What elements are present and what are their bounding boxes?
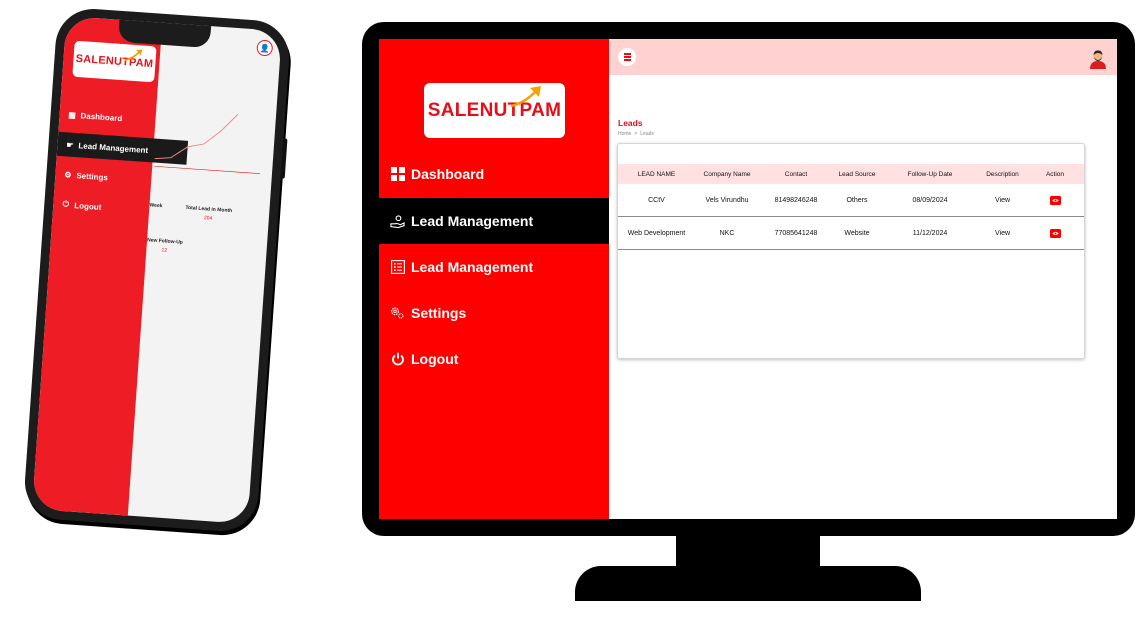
phone-stat-followup: New Follow-Up 12 (146, 237, 183, 254)
stat-value: 204 (203, 215, 213, 222)
brand-logo[interactable]: SALENUTPAM (424, 83, 565, 138)
grid-icon (390, 167, 405, 182)
follow-up-date-cell: 11/12/2024 (912, 229, 948, 237)
company-name-cell: NKC (719, 229, 735, 237)
page-title: Leads (618, 118, 643, 128)
grid-icon: ▦ (68, 109, 77, 120)
sidebar-item-label: Lead Management (411, 259, 534, 275)
contact-cell: 77085641248 (774, 229, 818, 237)
contact-cell: 81498246248 (774, 196, 818, 204)
sidebar-item-dashboard[interactable]: Dashboard (379, 151, 609, 197)
phone-nav-label: Dashboard (80, 110, 123, 123)
sidebar-item-logout[interactable]: Logout (379, 336, 609, 382)
phone-screen: SALENUTPAM ▦ Dashboard ☛ Lead Management… (32, 16, 282, 524)
phone-stat-total-month: Total Lead in Month 204 (185, 204, 233, 223)
desktop-screen: SALENUTPAM Dashboard Lead Management Lea… (379, 39, 1117, 519)
sidebar-item-label: Logout (411, 351, 459, 367)
breadcrumb-separator: > (634, 131, 638, 137)
sidebar-item-label: Lead Management (411, 213, 534, 229)
phone-nav-label: Lead Management (78, 140, 149, 155)
table-header-row: LEAD NAME Company Name Contact Lead Sour… (618, 164, 1084, 184)
lead-name-cell: Web Development (627, 229, 686, 237)
user-avatar-icon[interactable] (1089, 49, 1107, 69)
phone-nav-label: Settings (76, 170, 109, 182)
phone-nav-label: Logout (74, 200, 102, 212)
action-cell (1026, 195, 1084, 205)
lead-name-cell: CCtV (648, 196, 665, 204)
table-row: Web Development NKC 77085641248 Website … (618, 217, 1084, 250)
trend-arrow-icon (124, 49, 143, 62)
column-header: Company Name (703, 170, 751, 178)
column-header: LEAD NAME (637, 170, 676, 178)
monitor-neck (676, 536, 820, 568)
sidebar-item-settings[interactable]: Settings (379, 290, 609, 336)
chart-baseline (154, 165, 260, 175)
user-avatar-icon[interactable]: 👤 (256, 39, 274, 57)
trend-arrow-icon (510, 86, 541, 107)
power-icon: ⏻ (62, 199, 70, 209)
lead-source-cell: Website (844, 229, 870, 237)
leads-card: LEAD NAME Company Name Contact Lead Sour… (617, 143, 1085, 359)
breadcrumb-home[interactable]: Home (618, 131, 631, 137)
phone-logo: SALENUTPAM (72, 40, 157, 83)
list-icon (390, 260, 405, 275)
stat-label: Total Lead in Month (185, 204, 233, 215)
hamburger-menu-icon[interactable] (618, 48, 636, 66)
sidebar-item-lead-management[interactable]: Lead Management (379, 198, 609, 244)
eye-icon[interactable] (1049, 228, 1061, 238)
breadcrumb: Home > Leads (618, 131, 654, 137)
leads-table: LEAD NAME Company Name Contact Lead Sour… (618, 164, 1084, 250)
monitor-base (575, 566, 921, 601)
sidebar-item-label: Settings (411, 305, 467, 321)
phone-line-chart (154, 113, 260, 175)
table-row: CCtV Vels Virundhu 81498246248 Others 08… (618, 184, 1084, 217)
column-header: Description (986, 170, 1019, 178)
description-view-link[interactable]: View (979, 197, 1026, 204)
stat-value: 12 (161, 247, 168, 254)
sidebar-item-lead-management-list[interactable]: Lead Management (379, 244, 609, 290)
sidebar: SALENUTPAM Dashboard Lead Management Lea… (379, 39, 609, 519)
gear-icon (390, 306, 405, 321)
column-header: Action (1045, 170, 1065, 178)
sidebar-item-label: Dashboard (411, 166, 485, 182)
gear-icon: ⚙ (64, 169, 72, 180)
breadcrumb-current: Leads (640, 131, 654, 137)
phone-stat-week: Week (149, 202, 162, 209)
power-icon (390, 352, 405, 367)
lead-source-cell: Others (846, 196, 868, 204)
phone-mockup: SALENUTPAM ▦ Dashboard ☛ Lead Management… (22, 6, 292, 534)
stat-label: Week (149, 202, 163, 210)
description-view-link[interactable]: View (979, 230, 1026, 237)
column-header: Contact (784, 170, 808, 178)
action-cell (1026, 228, 1084, 238)
follow-up-date-cell: 08/09/2024 (912, 196, 948, 204)
eye-icon[interactable] (1049, 195, 1061, 205)
column-header: Follow-Up Date (907, 170, 953, 178)
top-bar (609, 39, 1117, 75)
hand-lead-icon (390, 214, 405, 229)
stat-label: New Follow-Up (146, 237, 184, 246)
hand-lead-icon: ☛ (66, 139, 74, 150)
column-header: Lead Source (838, 170, 876, 178)
company-name-cell: Vels Virundhu (705, 196, 749, 204)
